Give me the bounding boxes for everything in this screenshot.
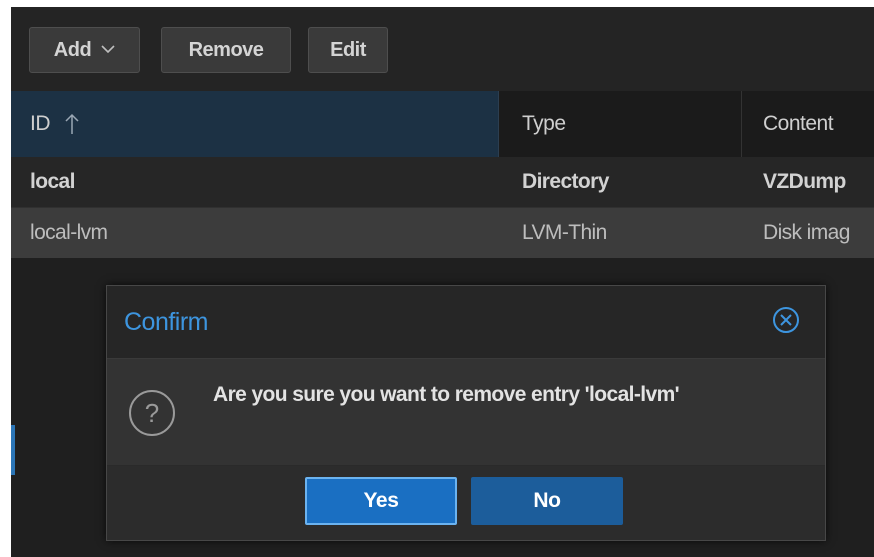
confirm-dialog: Confirm ? Are you sure you want to remov… [106, 285, 826, 541]
cell-id: local-lvm [30, 221, 108, 244]
question-circle-icon: ? [128, 389, 176, 437]
scroll-indicator [11, 425, 15, 475]
arrow-up-icon [65, 113, 79, 140]
dialog-title: Confirm [124, 308, 209, 336]
column-header-type[interactable]: Type [522, 91, 566, 157]
cell-content: Disk imag [763, 221, 850, 244]
table-row-selected[interactable]: local-lvm LVM-Thin Disk imag [11, 208, 874, 258]
cell-type: Directory [522, 170, 609, 193]
dialog-titlebar: Confirm [107, 286, 825, 359]
dialog-message: Are you sure you want to remove entry 'l… [213, 383, 680, 406]
cell-id: local [30, 170, 75, 193]
close-icon[interactable] [772, 306, 800, 334]
edit-button[interactable]: Edit [308, 27, 388, 73]
no-button[interactable]: No [471, 477, 623, 525]
table-header: ID Type Content [11, 91, 874, 158]
edit-button-label: Edit [330, 38, 366, 61]
cell-type: LVM-Thin [522, 221, 607, 244]
no-button-label: No [533, 489, 561, 512]
add-button-label: Add [53, 38, 92, 61]
column-header-id[interactable]: ID [11, 91, 499, 157]
yes-button[interactable]: Yes [305, 477, 457, 525]
dialog-body: ? Are you sure you want to remove entry … [107, 359, 825, 465]
svg-text:?: ? [145, 398, 159, 428]
table-row[interactable]: local Directory VZDump [11, 157, 874, 208]
column-header-id-label: ID [30, 112, 51, 135]
dialog-footer: Yes No [107, 466, 825, 540]
cell-content: VZDump [763, 170, 846, 193]
toolbar: Add Remove Edit [11, 7, 874, 91]
remove-button[interactable]: Remove [161, 27, 291, 73]
add-button[interactable]: Add [29, 27, 140, 73]
remove-button-label: Remove [188, 38, 264, 61]
column-header-content[interactable]: Content [763, 91, 834, 157]
chevron-down-icon [101, 41, 115, 59]
column-separator [741, 91, 742, 157]
yes-button-label: Yes [363, 489, 399, 512]
